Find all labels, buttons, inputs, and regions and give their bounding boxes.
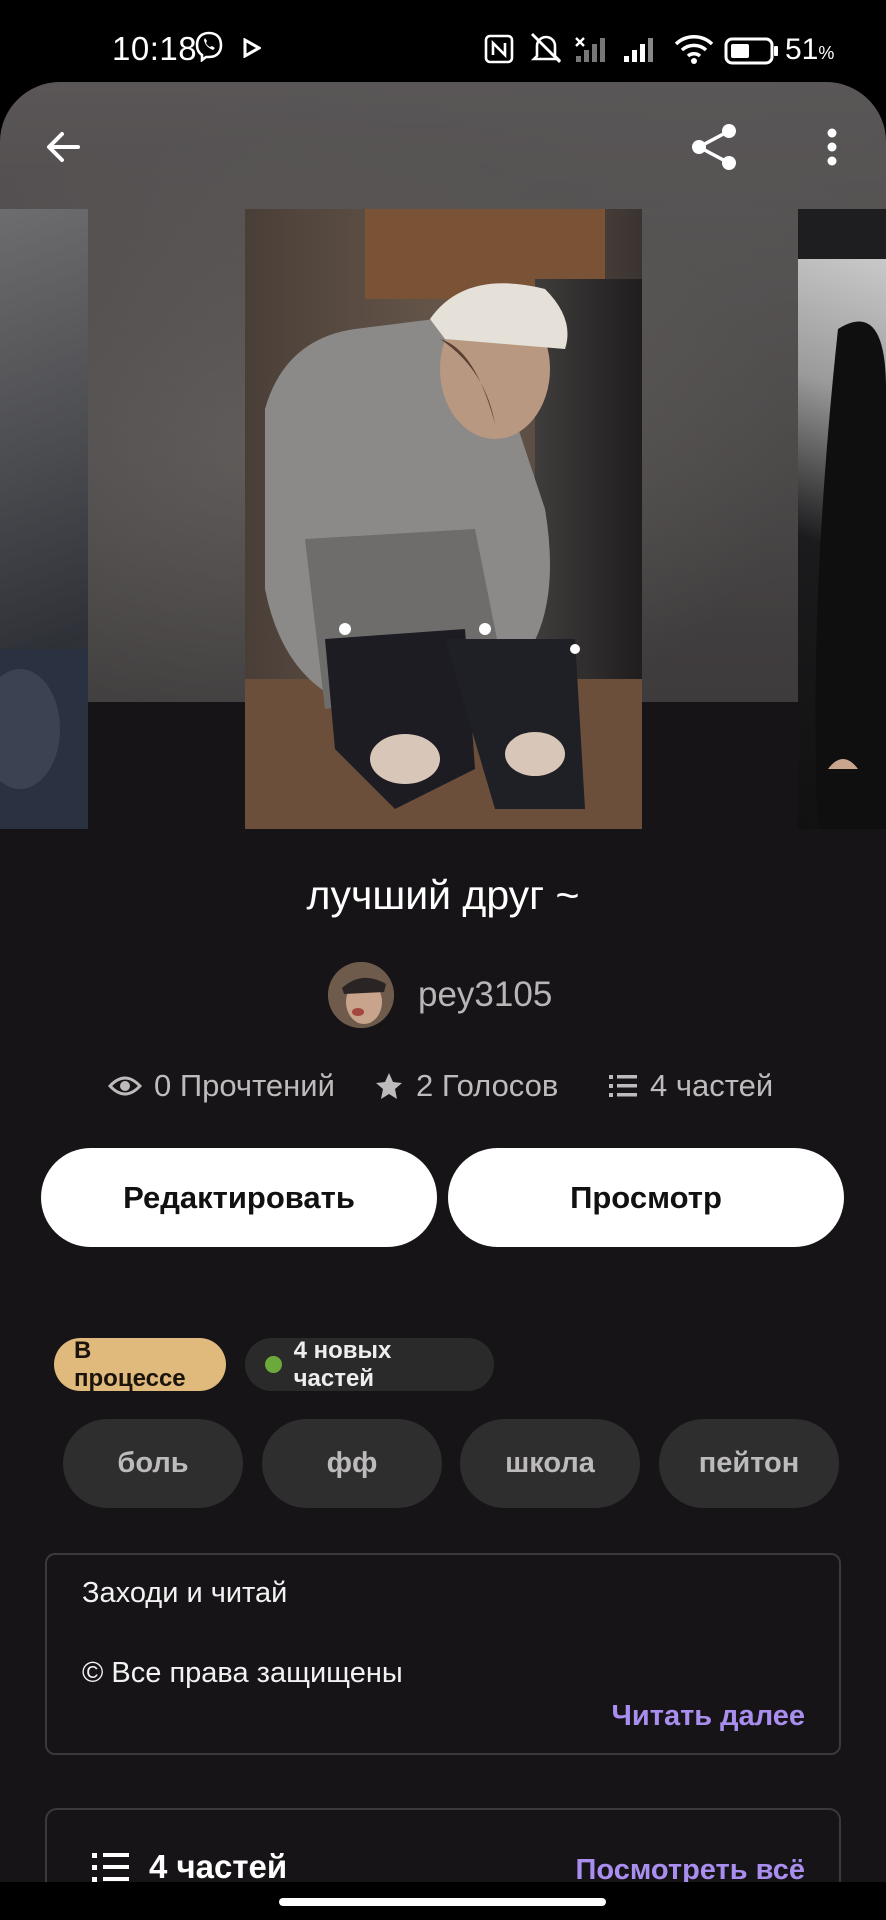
copyright-text: © Все права защищены: [82, 1657, 403, 1689]
star-icon: [376, 1073, 402, 1099]
votes-stat: 2 Голосов: [374, 1068, 558, 1104]
story-details-screen: лучший друг ~ pey3105 0 Прочтений 2 Голо…: [0, 82, 886, 1920]
status-bar: 10:18 51%: [0, 0, 886, 82]
battery-percent: 51%: [785, 33, 835, 66]
parts-header: 4 частей: [91, 1848, 287, 1886]
cover-image[interactable]: [245, 209, 642, 829]
play-icon: [243, 37, 263, 63]
cover-prev[interactable]: [0, 209, 88, 829]
tag-chip[interactable]: фф: [262, 1419, 442, 1508]
battery-icon: [724, 37, 780, 70]
mute-icon: [528, 30, 564, 71]
list-icon: [92, 1853, 129, 1882]
parts-title: 4 частей: [149, 1848, 288, 1885]
edit-button[interactable]: Редактировать: [41, 1148, 437, 1247]
preview-button[interactable]: Просмотр: [448, 1148, 844, 1247]
author-name[interactable]: pey3105: [418, 975, 552, 1015]
signal-icon: [622, 34, 662, 69]
tag-chip[interactable]: школа: [460, 1419, 640, 1508]
avatar[interactable]: [328, 962, 394, 1028]
share-icon: [692, 124, 736, 170]
tag-chip[interactable]: боль: [63, 1419, 243, 1508]
cover-next[interactable]: [798, 209, 886, 829]
description-card: Заходи и читай © Все права защищены Чита…: [45, 1553, 841, 1755]
tag-chip[interactable]: пейтон: [659, 1419, 839, 1508]
description-text: Заходи и читай: [82, 1577, 288, 1609]
read-more-link[interactable]: Читать далее: [612, 1700, 805, 1733]
more-vertical-icon: [827, 128, 837, 166]
status-badge: В процессе: [54, 1337, 226, 1392]
share-button[interactable]: [680, 112, 750, 182]
list-icon: [609, 1075, 637, 1097]
signal-icon: [574, 34, 614, 69]
more-options-button[interactable]: [797, 112, 867, 182]
nfc-icon: [484, 34, 514, 69]
story-title: лучший друг ~: [306, 872, 580, 918]
new-indicator-dot: [265, 1356, 282, 1373]
home-indicator[interactable]: [279, 1898, 606, 1906]
status-time: 10:18: [112, 30, 198, 67]
parts-stat: 4 частей: [608, 1068, 773, 1104]
reads-stat: 0 Прочтений: [108, 1068, 335, 1104]
author-row[interactable]: pey3105: [328, 962, 552, 1028]
wifi-icon: [674, 34, 714, 69]
arrow-left-icon: [47, 132, 80, 162]
viber-icon: [193, 30, 225, 67]
back-button[interactable]: [28, 112, 98, 182]
eye-icon: [108, 1076, 142, 1096]
new-parts-badge: 4 новых частей: [245, 1337, 494, 1392]
